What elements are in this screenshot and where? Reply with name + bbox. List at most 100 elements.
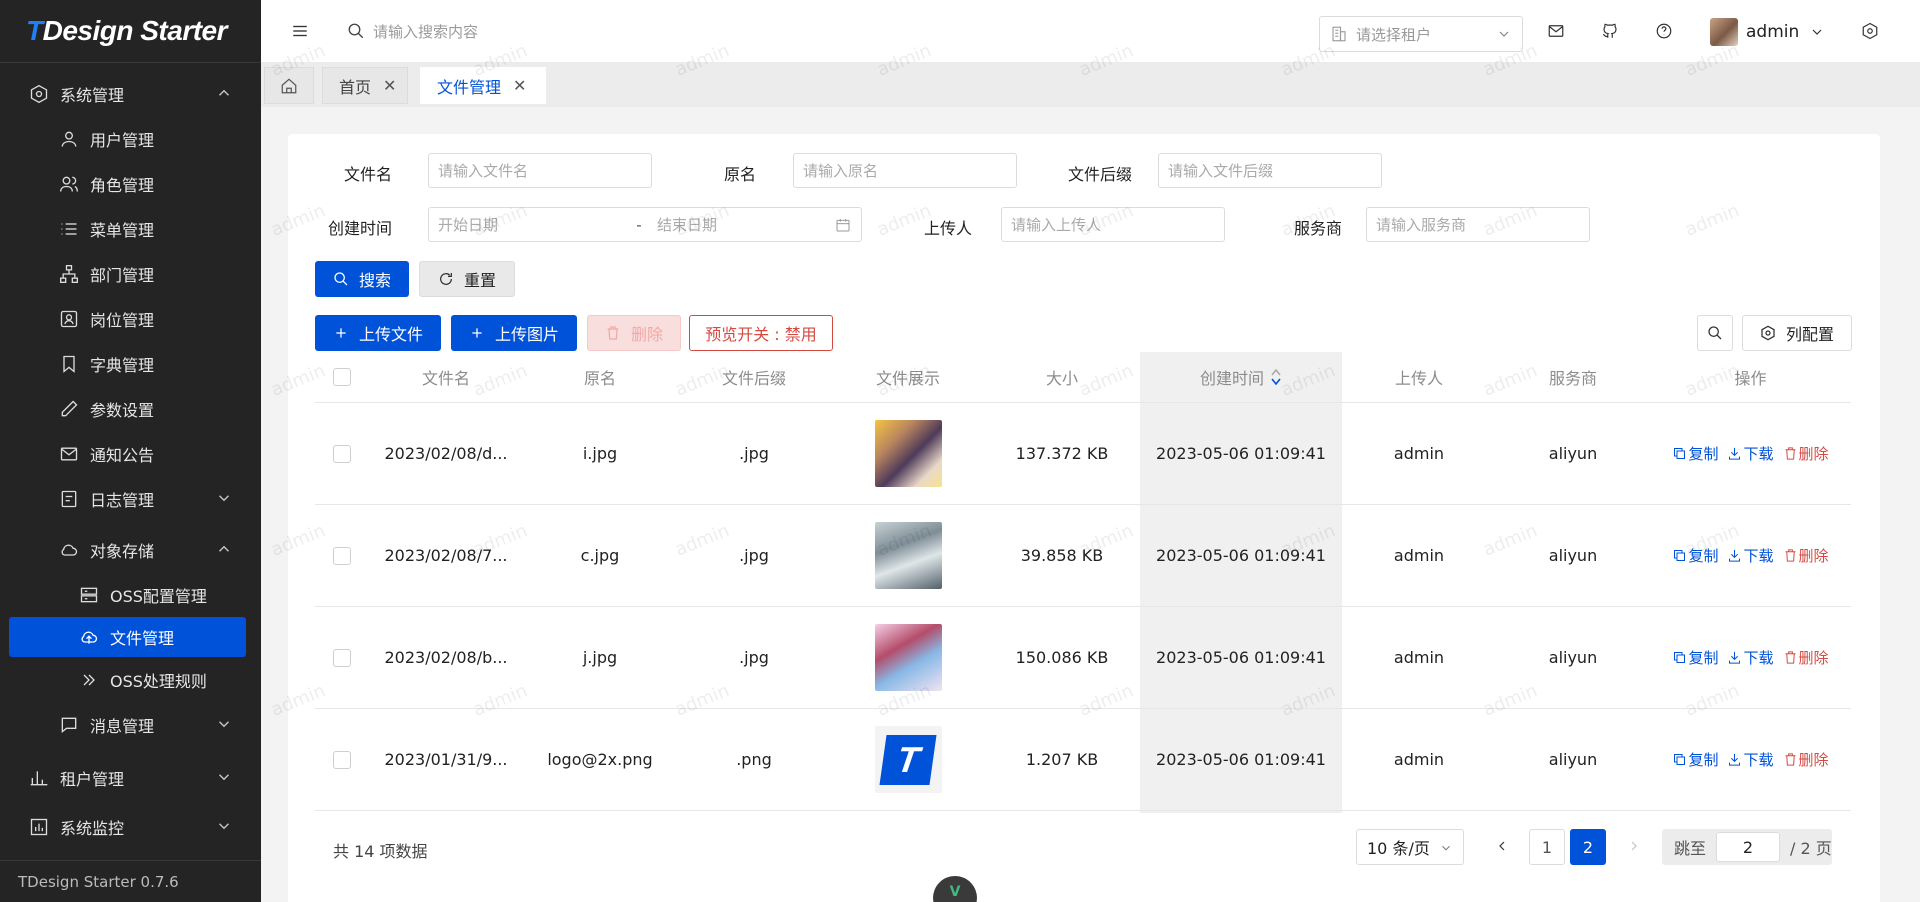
search-button[interactable]: 搜索: [315, 261, 409, 297]
col-filename[interactable]: 文件名: [369, 352, 523, 402]
column-config-button[interactable]: 列配置: [1742, 315, 1852, 351]
jump-page-input[interactable]: [1716, 832, 1781, 862]
provider-input[interactable]: [1366, 207, 1590, 242]
sidebar-item-params[interactable]: 参数设置: [0, 386, 261, 431]
upload-file-button[interactable]: 上传文件: [315, 315, 441, 351]
app-logo[interactable]: TDesign Starter: [0, 0, 261, 63]
sidebar: TDesign Starter 系统管理 用户管理 角色管理 菜单管理 部门管理…: [0, 0, 261, 902]
file-thumbnail[interactable]: [874, 522, 942, 589]
tab-file-management[interactable]: 文件管理 ✕: [420, 67, 546, 104]
col-uploader[interactable]: 上传人: [1342, 352, 1496, 402]
table-row[interactable]: 2023/01/31/9... logo@2x.png .png T 1.207…: [315, 709, 1851, 811]
date-range-picker[interactable]: 开始日期 - 结束日期: [428, 207, 862, 242]
sidebar-item-oss-config[interactable]: OSS配置管理: [0, 572, 261, 617]
copy-link[interactable]: 复制: [1672, 443, 1718, 464]
copy-link[interactable]: 复制: [1672, 749, 1718, 770]
sidebar-item-oss-rules[interactable]: OSS处理规则: [0, 657, 261, 702]
col-created-label: 创建时间: [1199, 369, 1264, 388]
sidebar-item-file-management[interactable]: 文件管理: [9, 617, 246, 657]
sidebar-item-menus[interactable]: 菜单管理: [0, 206, 261, 251]
col-provider[interactable]: 服务商: [1496, 352, 1650, 402]
delete-link[interactable]: 删除: [1783, 443, 1829, 464]
file-thumbnail[interactable]: T: [874, 726, 942, 793]
download-link[interactable]: 下载: [1727, 647, 1774, 668]
sidebar-item-tenants[interactable]: 租户管理: [0, 755, 261, 800]
sidebar-item-dictionary[interactable]: 字典管理: [0, 341, 261, 386]
help-icon[interactable]: [1655, 22, 1675, 42]
suffix-input[interactable]: [1158, 153, 1382, 188]
row-checkbox[interactable]: [333, 546, 351, 565]
gear-icon[interactable]: [1861, 22, 1881, 42]
sidebar-item-notices[interactable]: 通知公告: [0, 431, 261, 476]
sidebar-item-system[interactable]: 系统管理: [0, 71, 261, 116]
col-created[interactable]: 创建时间: [1140, 352, 1342, 402]
page-2-button[interactable]: 2: [1570, 829, 1606, 865]
row-checkbox[interactable]: [333, 444, 351, 463]
preview-switch-button[interactable]: 预览开关 : 禁用: [689, 315, 833, 351]
table-search-button[interactable]: [1697, 315, 1733, 351]
cell-created: 2023-05-06 01:09:41: [1156, 750, 1326, 769]
download-link[interactable]: 下载: [1727, 749, 1774, 770]
sidebar-item-roles[interactable]: 角色管理: [0, 161, 261, 206]
global-search-input[interactable]: [373, 19, 673, 45]
delete-link[interactable]: 删除: [1783, 545, 1829, 566]
delete-link[interactable]: 删除: [1783, 749, 1829, 770]
sidebar-item-departments[interactable]: 部门管理: [0, 251, 261, 296]
table-row[interactable]: 2023/02/08/d... i.jpg .jpg 137.372 KB 20…: [315, 403, 1851, 505]
select-all-checkbox[interactable]: [333, 368, 351, 386]
sidebar-item-object-storage[interactable]: 对象存储: [0, 527, 261, 572]
trash-icon: [1785, 651, 1795, 664]
next-page-icon[interactable]: [1626, 838, 1644, 856]
page-1-button[interactable]: 1: [1529, 829, 1565, 865]
close-icon[interactable]: ✕: [383, 76, 396, 95]
download-label: 下载: [1743, 751, 1774, 769]
batch-delete-button[interactable]: 删除: [587, 315, 681, 351]
user-menu[interactable]: admin: [1710, 18, 1825, 46]
col-size[interactable]: 大小: [985, 352, 1139, 402]
copy-label: 复制: [1688, 547, 1719, 565]
row-checkbox[interactable]: [333, 750, 351, 769]
tenant-select[interactable]: 请选择租户: [1319, 16, 1523, 52]
download-link[interactable]: 下载: [1727, 443, 1774, 464]
tab-home[interactable]: 首页 ✕: [322, 67, 408, 104]
row-checkbox[interactable]: [333, 648, 351, 667]
sidebar-item-logs[interactable]: 日志管理: [0, 476, 261, 521]
file-thumbnail[interactable]: [874, 624, 942, 691]
delete-link[interactable]: 删除: [1783, 647, 1829, 668]
sidebar-item-users[interactable]: 用户管理: [0, 116, 261, 161]
uploader-input[interactable]: [1001, 207, 1225, 242]
original-name-input[interactable]: [793, 153, 1017, 188]
col-preview[interactable]: 文件展示: [831, 352, 985, 402]
menu-toggle-icon[interactable]: [291, 22, 309, 40]
reset-button[interactable]: 重置: [419, 261, 515, 297]
sort-icon[interactable]: [1270, 367, 1282, 387]
copy-icon: [1674, 754, 1686, 765]
start-date[interactable]: 开始日期: [429, 214, 629, 235]
prev-page-icon[interactable]: [1494, 838, 1512, 856]
cell-created: 2023-05-06 01:09:41: [1156, 648, 1326, 667]
search-icon: [334, 272, 348, 286]
col-original[interactable]: 原名: [523, 352, 677, 402]
page-size-select[interactable]: 10 条/页: [1356, 829, 1464, 865]
close-icon[interactable]: ✕: [513, 76, 526, 95]
copy-link[interactable]: 复制: [1672, 647, 1718, 668]
cell-size: 150.086 KB: [1015, 648, 1109, 667]
pen-icon: [58, 398, 80, 420]
upload-image-button[interactable]: 上传图片: [451, 315, 577, 351]
sidebar-item-monitor[interactable]: 系统监控: [0, 804, 261, 849]
file-table: 文件名 原名 文件后缀 文件展示 大小 创建时间 上传人 服务商 操作 2023…: [315, 352, 1851, 811]
mail-icon[interactable]: [1547, 22, 1567, 42]
download-link[interactable]: 下载: [1727, 545, 1774, 566]
tab-home-icon[interactable]: [264, 67, 314, 104]
file-thumbnail[interactable]: [874, 420, 942, 487]
sidebar-item-messages[interactable]: 消息管理: [0, 702, 261, 747]
github-icon[interactable]: [1601, 22, 1621, 42]
filename-input[interactable]: [428, 153, 652, 188]
copy-link[interactable]: 复制: [1672, 545, 1718, 566]
table-row[interactable]: 2023/02/08/7... c.jpg .jpg 39.858 KB 202…: [315, 505, 1851, 607]
sidebar-item-posts[interactable]: 岗位管理: [0, 296, 261, 341]
table-row[interactable]: 2023/02/08/b... j.jpg .jpg 150.086 KB 20…: [315, 607, 1851, 709]
col-suffix[interactable]: 文件后缀: [677, 352, 831, 402]
content-card: 文件名 原名 文件后缀 创建时间 开始日期 - 结束日期 上传人 服务商 搜索 …: [288, 134, 1880, 902]
end-date[interactable]: 结束日期: [649, 214, 861, 235]
